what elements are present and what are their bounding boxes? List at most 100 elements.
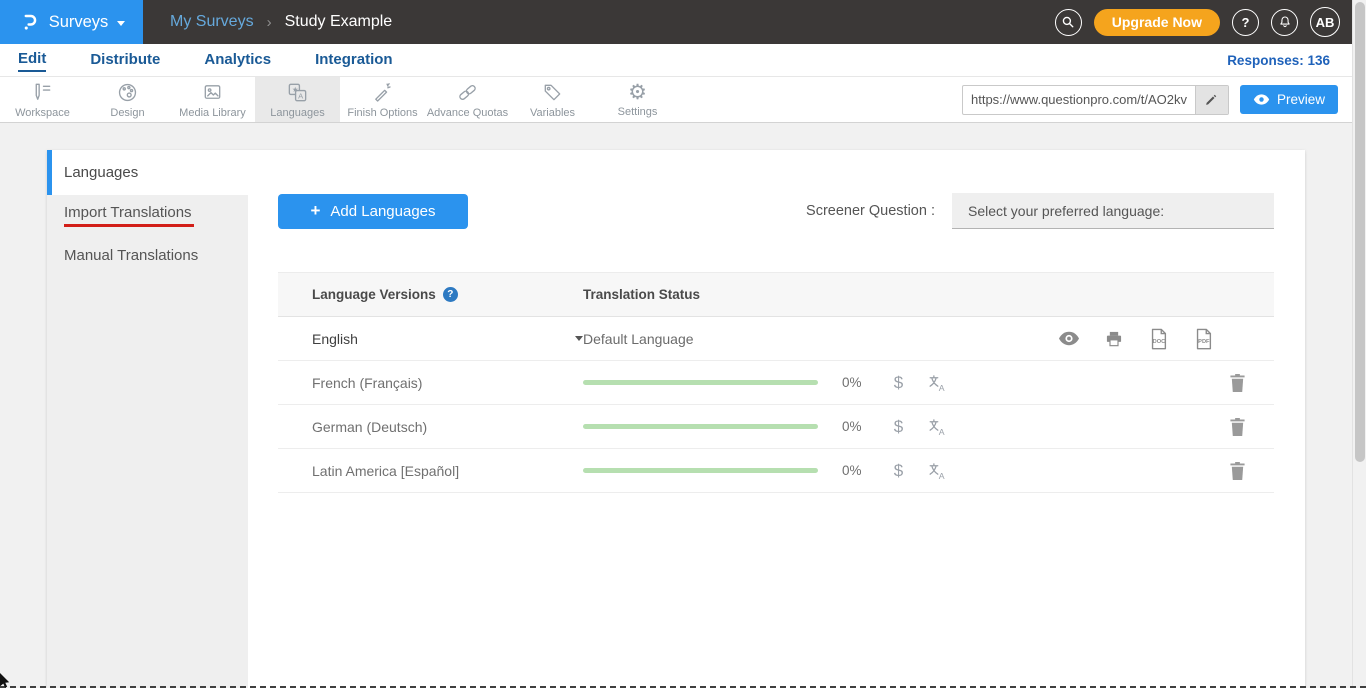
preview-button[interactable]: Preview [1240,85,1338,114]
translate-icon[interactable]: A [925,370,950,395]
finish-options-wand-icon [371,81,394,104]
plus-icon: + [310,201,320,221]
toolbar-item-variables[interactable]: Variables [510,77,595,122]
tab-edit[interactable]: Edit [18,48,46,72]
language-name: German (Deutsch) [312,419,427,435]
translation-progress-bar [583,424,818,429]
delete-trash-icon[interactable] [1225,414,1250,439]
toolbar-item-languages[interactable]: ★ A Languages [255,77,340,122]
toolbar-item-settings[interactable]: ⚙ Settings [595,77,680,122]
print-icon[interactable] [1101,326,1126,351]
design-palette-icon [116,81,139,104]
chevron-down-icon [117,21,125,26]
upgrade-now-button[interactable]: Upgrade Now [1094,9,1220,36]
toolbar-item-design[interactable]: Design [85,77,170,122]
table-row-language: French (Français) 0% $ A [278,361,1274,405]
controls-row: + Add Languages Screener Question : Sele… [278,193,1274,229]
progress-percent: 0% [842,419,886,434]
search-icon [1060,14,1076,30]
table-row-language: Latin America [Español] 0% $ A [278,449,1274,493]
breadcrumb: My Surveys › Study Example [170,13,392,31]
media-library-icon [201,81,224,104]
sidebar-item-languages[interactable]: Languages [47,150,248,195]
breadcrumb-current-survey: Study Example [285,13,393,31]
table-header-row: Language Versions ? Translation Status [278,272,1274,317]
sidebar-item-manual-translations[interactable]: Manual Translations [47,235,248,275]
translation-progress-bar [583,468,818,473]
main-area: Languages Import Translations Manual Tra… [0,123,1366,688]
doc-export-icon[interactable]: DOC [1146,326,1171,351]
toolbar-item-media-library[interactable]: Media Library [170,77,255,122]
translate-icon[interactable]: A [925,458,950,483]
svg-text:A: A [938,426,944,436]
dollar-icon[interactable]: $ [886,370,911,395]
column-language-versions: Language Versions ? [278,287,583,302]
user-avatar[interactable]: AB [1310,7,1340,37]
scrollbar-thumb[interactable] [1355,2,1365,462]
svg-text:A: A [938,470,944,480]
variables-tag-icon [541,81,564,104]
dollar-icon[interactable]: $ [886,414,911,439]
tab-distribute[interactable]: Distribute [90,49,160,71]
help-icon[interactable]: ? [443,287,458,302]
add-languages-button[interactable]: + Add Languages [278,194,468,229]
responses-count[interactable]: Responses: 136 [1227,53,1330,68]
red-annotation-underline [64,224,194,227]
workspace-icon [31,81,54,104]
breadcrumb-separator: › [267,14,272,31]
top-bar: Surveys My Surveys › Study Example Upgra… [0,0,1366,44]
settings-sidebar: Languages Import Translations Manual Tra… [47,150,248,688]
column-translation-status: Translation Status [583,287,700,302]
screener-question-label: Screener Question : [806,203,935,219]
languages-content: + Add Languages Screener Question : Sele… [248,150,1305,688]
tab-analytics[interactable]: Analytics [204,49,271,71]
search-button[interactable] [1055,9,1082,36]
view-eye-icon[interactable] [1056,326,1081,351]
sidebar-item-import-translations[interactable]: Import Translations [47,195,248,235]
delete-trash-icon[interactable] [1225,370,1250,395]
progress-percent: 0% [842,463,886,478]
advance-quotas-link-icon [456,81,479,104]
product-name: Surveys [49,13,109,32]
svg-text:DOC: DOC [1153,339,1166,345]
notifications-button[interactable] [1271,9,1298,36]
svg-text:A: A [298,91,304,100]
primary-nav: Edit Distribute Analytics Integration Re… [0,44,1366,77]
screener-question-select[interactable]: Select your preferred language: [952,193,1274,229]
question-mark-icon: ? [1242,15,1250,30]
default-language-status: Default Language [583,331,694,347]
table-row-default-language: English Default Language [278,317,1274,361]
preview-eye-icon [1253,93,1270,106]
svg-text:PDF: PDF [1198,339,1210,345]
questionpro-logo-icon [18,10,40,34]
survey-toolbar: Workspace Design Media Library ★ A Langu… [0,77,1366,123]
survey-url-box [962,85,1229,115]
help-button[interactable]: ? [1232,9,1259,36]
progress-percent: 0% [842,375,886,390]
dollar-icon[interactable]: $ [886,458,911,483]
toolbar-item-finish-options[interactable]: Finish Options [340,77,425,122]
languages-icon: ★ A [286,81,309,104]
surveys-product-menu[interactable]: Surveys [0,0,143,44]
toolbar-right: Preview [962,77,1338,122]
toolbar-item-advance-quotas[interactable]: Advance Quotas [425,77,510,122]
pdf-export-icon[interactable]: PDF [1191,326,1216,351]
breadcrumb-my-surveys[interactable]: My Surveys [170,13,254,31]
language-name: English [312,331,358,347]
settings-gear-icon: ⚙ [628,82,647,103]
edit-url-button[interactable] [1195,86,1228,114]
bell-icon [1277,14,1293,30]
table-row-language: German (Deutsch) 0% $ A [278,405,1274,449]
toolbar-item-workspace[interactable]: Workspace [0,77,85,122]
delete-trash-icon[interactable] [1225,458,1250,483]
translate-icon[interactable]: A [925,414,950,439]
languages-panel: Languages Import Translations Manual Tra… [47,150,1305,688]
default-row-actions: DOC PDF [1056,326,1216,351]
survey-url-input[interactable] [963,92,1195,107]
language-dropdown-caret-icon[interactable] [575,336,583,341]
translation-progress-bar [583,380,818,385]
page-scrollbar[interactable] [1352,0,1366,688]
language-name: Latin America [Español] [312,463,459,479]
tab-integration[interactable]: Integration [315,49,393,71]
mouse-cursor [0,673,11,688]
